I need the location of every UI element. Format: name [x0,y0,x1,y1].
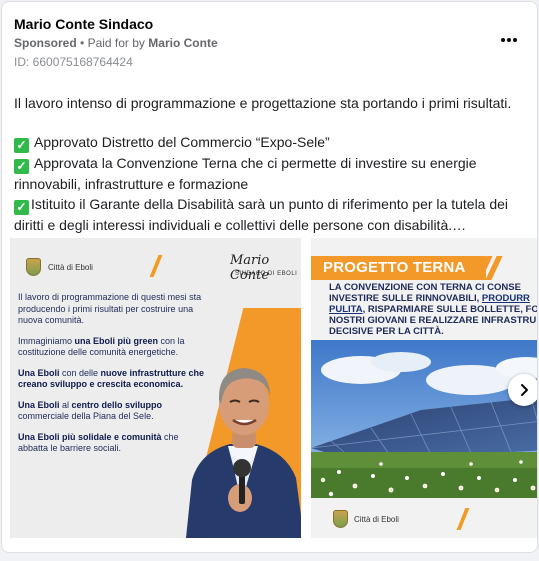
city-crest-icon [26,258,41,276]
more-options-button[interactable] [497,30,521,50]
separator-dot: • [80,36,88,50]
paid-for-name[interactable]: Mario Conte [148,36,217,50]
post-intro: Il lavoro intenso di programmazione e pr… [14,95,512,111]
slide1-paragraph-4: Una Eboli al centro dello sviluppo comme… [18,399,163,422]
sponsored-label: Sponsored [14,36,77,50]
check-mark-icon: ✓ [14,200,29,215]
solar-field-photo [311,340,537,498]
city-name: Città di Eboli [354,515,399,524]
post-item-3: ✓ Istituito il Garante della Disabilità s… [14,194,529,236]
check-mark-icon: ✓ [14,137,29,153]
slide1-paragraph-3: Una Eboli con delle nuove infrastrutture… [18,367,205,390]
chevron-right-icon [521,384,528,396]
more-horizontal-icon [501,38,517,42]
carousel-slide-2[interactable]: PROGETTO TERNA LA CONVENZIONE CON TERNA … [311,238,538,538]
slide-2-title: PROGETTO TERNA [323,259,466,276]
post-item-1-text: Approvato Distretto del Commercio “Expo-… [34,133,330,150]
city-crest-icon [333,510,348,528]
image-carousel: Città di Eboli Mario Conte SINDACO DI EB… [10,238,538,538]
paid-for-prefix: Paid for by [87,36,145,50]
page-name-link[interactable]: Mario Conte Sindaco [14,16,153,32]
slide2-line-3: PULITA, RISPARMIARE SULLE BOLLETTE, FO [329,304,538,315]
mayor-signature: Mario Conte [230,253,270,283]
ad-id: ID: 660075168764424 [14,55,133,69]
sponsored-line: Sponsored • Paid for by Mario Conte [14,36,218,50]
post-item-2-text: Approvata la Convenzione Terna che ci pe… [14,154,477,192]
post-item-3-text[interactable]: Istituito il Garante della Disabilità sa… [14,196,508,233]
carousel-next-button[interactable] [508,374,537,406]
check-mark-icon: ✓ [14,158,29,174]
slide2-line-4: NOSTRI GIOVANI E REALIZZARE INFRASTRU [329,315,537,326]
post-body: Il lavoro intenso di programmazione e pr… [14,93,529,236]
mayor-title: SINDACO DI EBOLI [235,271,298,277]
slide1-paragraph-1: Il lavoro di programmazione di questi me… [18,292,202,325]
carousel-slide-1[interactable]: Città di Eboli Mario Conte SINDACO DI EB… [10,238,301,538]
post-item-2: ✓ Approvata la Convenzione Terna che ci p… [14,153,529,195]
slide2-line-2: INVESTIRE SULLE RINNOVABILI, PRODURR [329,293,530,304]
slide2-line-5: DECISIVE PER LA CITTÀ. [329,326,444,337]
slide-2-footer: Città di Eboli [311,498,537,538]
orange-slash-decoration [456,508,470,530]
slide-2-text: LA CONVENZIONE CON TERNA CI CONSE INVEST… [329,282,538,337]
slide1-paragraph-5: Una Eboli più solidale e comunità che ab… [18,431,179,454]
slide-1-text: Il lavoro di programmazione di questi me… [18,292,208,464]
post-item-1: ✓ Approvato Distretto del Commercio “Expo… [14,132,529,153]
slide2-line-1: LA CONVENZIONE CON TERNA CI CONSE [329,282,521,293]
orange-slash-decoration [149,255,163,277]
slide-header: Città di Eboli Mario Conte SINDACO DI EB… [10,238,301,288]
sponsored-post-card: Mario Conte Sindaco Sponsored • Paid for… [1,1,538,553]
slide1-paragraph-2: Immaginiamo una Eboli più green con la c… [18,335,185,358]
city-name: Città di Eboli [48,263,93,272]
